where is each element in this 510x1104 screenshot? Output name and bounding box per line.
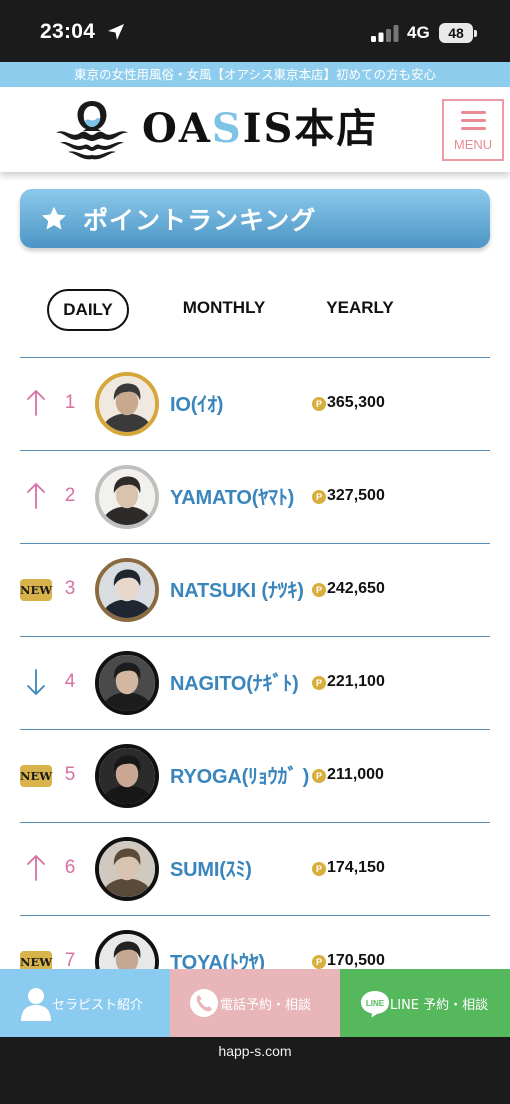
therapist-name[interactable]: NAGITO(ﾅｷﾞﾄ): [170, 667, 299, 696]
arrow-down-icon: [27, 669, 45, 695]
avatar-photo: [99, 934, 155, 969]
point-value: 242,650: [327, 580, 385, 597]
person-icon: [21, 988, 51, 1021]
therapist-avatar[interactable]: [95, 930, 159, 969]
point-value: 170,500: [327, 952, 385, 969]
battery-icon: 48: [439, 23, 479, 43]
rank-number: 5: [64, 764, 76, 785]
point-coin-icon: P: [312, 490, 326, 504]
avatar-photo: [99, 748, 155, 804]
logo-text-kanji: 本店: [294, 105, 379, 152]
avatar-photo: [99, 376, 155, 432]
logo-text-part: IS: [242, 105, 295, 152]
therapist-name[interactable]: TOYA(ﾄｳﾔ): [170, 946, 265, 969]
status-bar: 23:04 4G 48: [0, 0, 510, 62]
tab-daily[interactable]: DAILY: [47, 289, 129, 331]
signal-strength-icon: [371, 25, 399, 42]
arrow-up-icon: [27, 390, 45, 416]
new-badge: NEW: [20, 951, 52, 969]
ranking-row[interactable]: 1 IO(ｲｵ) P 365,300: [20, 358, 490, 451]
therapist-avatar[interactable]: [95, 744, 159, 808]
phone-reserve-label: 電話予約・相談: [220, 998, 312, 1013]
browser-url-bar: happ-s.com: [0, 1037, 510, 1104]
ranking-list: 1 IO(ｲｵ) P 365,300 2 YAMATO(ﾔﾏﾄ) P 327,500 NEW 3 N…: [20, 357, 490, 969]
point-coin-icon: P: [312, 676, 326, 690]
avatar-photo: [99, 469, 155, 525]
therapist-name[interactable]: YAMATO(ﾔﾏﾄ): [170, 481, 294, 510]
ranking-row[interactable]: 6 SUMI(ｽﾐ) P 174,150: [20, 823, 490, 916]
therapist-intro-label: セラピスト紹介: [52, 998, 144, 1013]
therapist-avatar[interactable]: [95, 837, 159, 901]
avatar-photo: [99, 655, 155, 711]
therapist-avatar[interactable]: [95, 465, 159, 529]
rank-number: 7: [64, 950, 76, 969]
ranking-row[interactable]: NEW 5 RYOGA(ﾘｮｳｶﾞ ) P 211,000: [20, 730, 490, 823]
point-value: 327,500: [327, 487, 385, 504]
arrow-up-icon: [27, 855, 45, 881]
therapist-name[interactable]: IO(ｲｵ): [170, 388, 223, 417]
line-reserve-label: LINE 予約・相談: [390, 998, 489, 1013]
therapist-name[interactable]: RYOGA(ﾘｮｳｶﾞ ): [170, 760, 309, 789]
network-type: 4G: [407, 23, 430, 42]
tagline: 東京の女性用風俗・女風【オアシス東京本店】初めての方も安心: [0, 62, 510, 87]
hamburger-icon: [461, 111, 486, 131]
point-coin-icon: P: [312, 862, 326, 876]
therapist-avatar[interactable]: [95, 372, 159, 436]
tab-monthly[interactable]: MONTHLY: [172, 287, 276, 329]
rank-number: 6: [64, 857, 76, 878]
site-logo[interactable]: OASIS本店: [142, 101, 378, 157]
status-time: 23:04: [40, 20, 96, 43]
therapist-name[interactable]: SUMI(ｽﾐ): [170, 853, 252, 882]
avatar-photo: [99, 562, 155, 618]
star-icon: [41, 206, 67, 230]
therapist-avatar[interactable]: [95, 558, 159, 622]
section-title: ポイントランキング: [83, 206, 317, 235]
tab-yearly[interactable]: YEARLY: [318, 287, 402, 329]
point-coin-icon: P: [312, 583, 326, 597]
battery-level: 48: [439, 23, 473, 43]
rank-number: 1: [64, 392, 76, 413]
point-value: 211,000: [327, 766, 384, 783]
logo-text-part: OA: [142, 105, 212, 152]
location-arrow-icon: [108, 24, 124, 40]
url-text[interactable]: happ-s.com: [0, 1043, 510, 1059]
logo-text-accent: S: [211, 105, 243, 152]
therapist-avatar[interactable]: [95, 651, 159, 715]
point-coin-icon: P: [312, 955, 326, 969]
avatar-photo: [99, 841, 155, 897]
therapist-intro-button[interactable]: セラピスト紹介: [0, 969, 170, 1037]
ranking-row[interactable]: 4 NAGITO(ﾅｷﾞﾄ) P 221,100: [20, 637, 490, 730]
line-icon-text: LINE: [366, 999, 385, 1008]
rank-number: 4: [64, 671, 76, 692]
phone-reserve-button[interactable]: 電話予約・相談: [170, 969, 340, 1037]
new-badge: NEW: [20, 579, 52, 601]
rank-number: 2: [64, 485, 76, 506]
line-reserve-button[interactable]: LINE LINE 予約・相談: [340, 969, 510, 1037]
point-coin-icon: P: [312, 397, 326, 411]
phone-icon: [190, 989, 218, 1017]
line-icon: LINE: [361, 991, 389, 1018]
site-header: OASIS本店 MENU: [0, 87, 510, 172]
new-badge: NEW: [20, 765, 52, 787]
ranking-row[interactable]: 2 YAMATO(ﾔﾏﾄ) P 327,500: [20, 451, 490, 544]
bottom-action-bar: セラピスト紹介 電話予約・相談 LINE LINE 予約・相談: [0, 969, 510, 1037]
arrow-up-icon: [27, 483, 45, 509]
ranking-row[interactable]: NEW 7 TOYA(ﾄｳﾔ) P 170,500: [20, 916, 490, 969]
point-value: 174,150: [327, 859, 385, 876]
menu-button[interactable]: MENU: [442, 99, 504, 161]
menu-label: MENU: [453, 137, 493, 152]
section-title-bar: ポイントランキング: [20, 189, 490, 248]
oasis-logo-emblem-icon[interactable]: [54, 97, 130, 161]
point-value: 221,100: [327, 673, 385, 690]
rank-number: 3: [64, 578, 76, 599]
point-coin-icon: P: [312, 769, 326, 783]
therapist-name[interactable]: NATSUKI (ﾅﾂｷ): [170, 574, 304, 603]
point-value: 365,300: [327, 394, 385, 411]
ranking-row[interactable]: NEW 3 NATSUKI (ﾅﾂｷ) P 242,650: [20, 544, 490, 637]
